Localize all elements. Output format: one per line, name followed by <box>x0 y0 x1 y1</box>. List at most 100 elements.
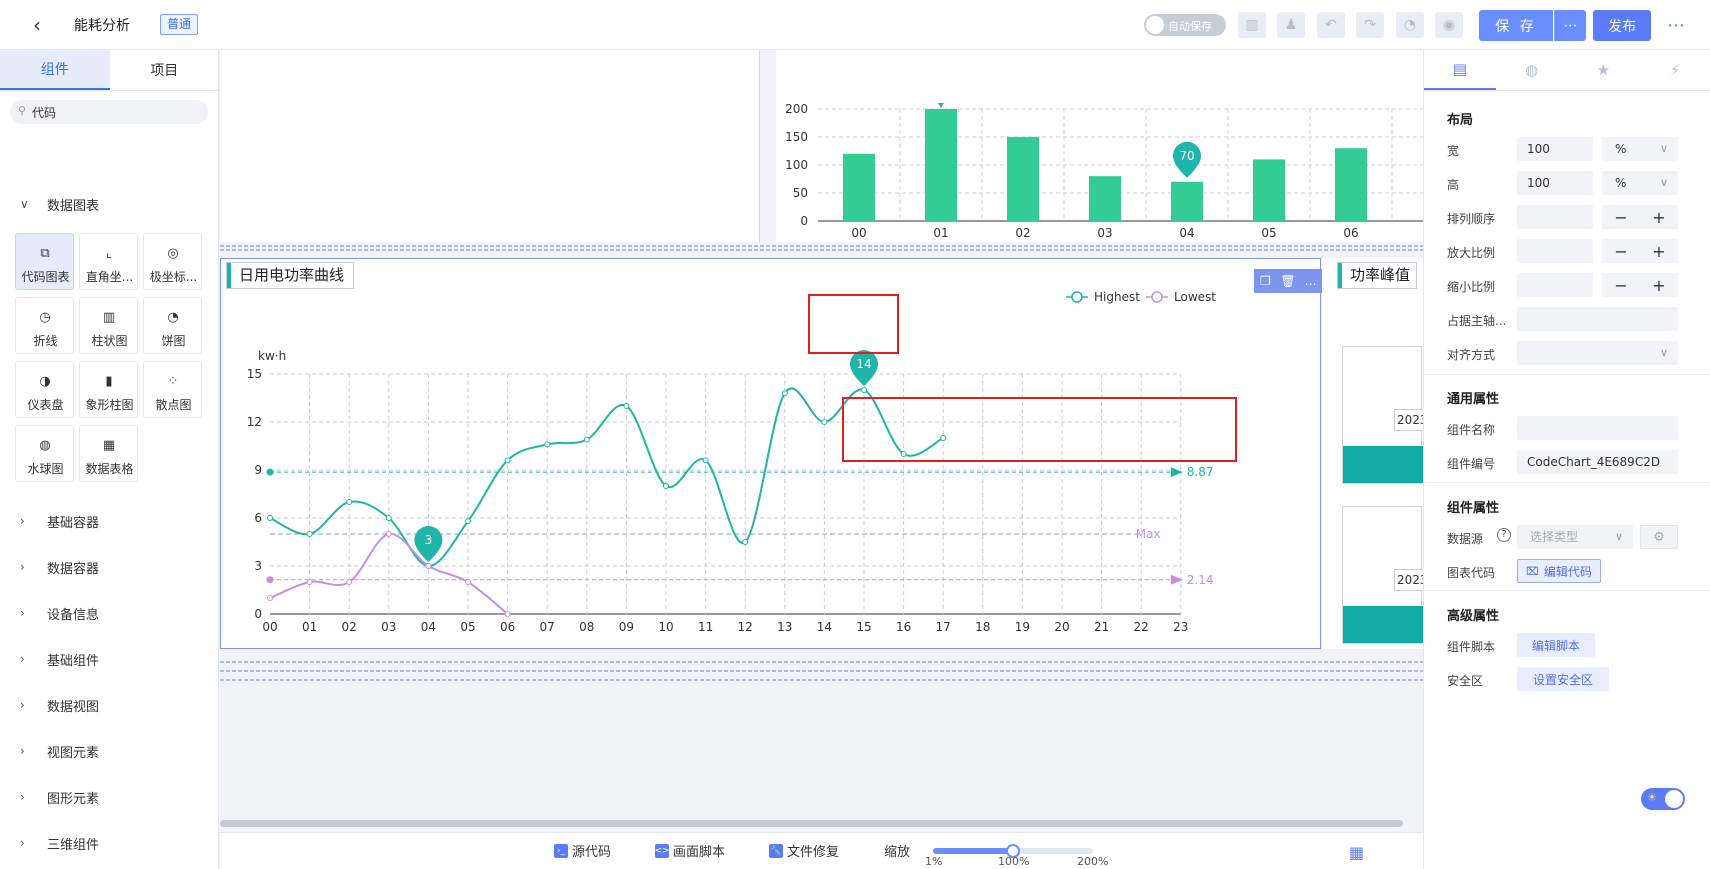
height-unit-select[interactable]: % ∨ <box>1602 171 1678 195</box>
zoom-in-input[interactable] <box>1517 239 1593 263</box>
height-input[interactable]: 100 <box>1517 171 1593 195</box>
palette-icon[interactable]: ◍ <box>1496 50 1568 90</box>
sidebar-category[interactable]: › 数据容器 <box>0 552 219 582</box>
shirt-icon[interactable]: ♟ <box>1277 12 1305 38</box>
edit-code-button[interactable]: ⌧ 编辑代码 <box>1517 559 1601 583</box>
design-canvas[interactable]: 0 50 100 150 200 00 01 02 03 04 70 05 06 0 3 6 9 12 15 kw·… <box>220 50 1423 869</box>
x-tick-label: 14 <box>817 620 832 634</box>
component-tile[interactable]: ⌞ 直角坐... <box>79 233 138 290</box>
data-point <box>346 579 353 585</box>
plus-icon[interactable]: + <box>1652 242 1665 261</box>
help-icon[interactable]: ? <box>1497 528 1511 542</box>
order-stepper[interactable]: − + <box>1602 205 1678 229</box>
component-tile[interactable]: ⧉ 代码图表 <box>15 233 74 290</box>
horizontal-scrollbar[interactable] <box>220 820 1403 827</box>
minus-icon[interactable]: − <box>1614 276 1627 295</box>
chevron-right-icon: › <box>20 790 25 804</box>
sidebar-category[interactable]: › 图形元素 <box>0 782 219 812</box>
zoom-fill <box>933 848 1013 854</box>
layout-icon[interactable]: ▤ <box>1424 50 1496 90</box>
width-input[interactable]: 100 <box>1517 137 1593 161</box>
data-point <box>663 483 669 489</box>
copy-icon[interactable]: ❐ <box>1256 274 1274 288</box>
component-tile-label: 象形柱图 <box>85 398 134 412</box>
columns-icon[interactable]: ▥ <box>1238 12 1266 38</box>
power-curve-widget[interactable]: 0 3 6 9 12 15 kw·h 00 01 02 03 04 05 06 07 08 09 10 11 12 13… <box>220 258 1321 649</box>
sidebar-category[interactable]: › 设备信息 <box>0 598 219 628</box>
more-icon[interactable]: … <box>1302 274 1320 288</box>
save-more-button[interactable]: ⋯ <box>1554 10 1586 41</box>
widget-title: 功率峰值 <box>1337 262 1417 289</box>
zoom-slider[interactable] <box>933 844 1093 858</box>
id-input[interactable]: CodeChart_4E689C2D <box>1517 450 1678 474</box>
component-tile[interactable]: ◔ 饼图 <box>143 297 202 354</box>
date-field[interactable]: 2023 <box>1394 409 1423 431</box>
undo-icon[interactable]: ↶ <box>1317 12 1345 38</box>
sidebar-category[interactable]: › 基础容器 <box>0 506 219 536</box>
markline-label: Max <box>1136 527 1161 541</box>
search-input[interactable] <box>32 103 192 121</box>
component-tile[interactable]: ▥ 柱状图 <box>79 297 138 354</box>
plus-icon[interactable]: + <box>1652 208 1665 227</box>
order-input[interactable] <box>1517 205 1593 229</box>
publish-button[interactable]: 发布 <box>1593 10 1651 41</box>
sidebar-category[interactable]: › 视图元素 <box>0 736 219 766</box>
mode-badge[interactable]: 普通 <box>160 14 199 35</box>
canvas-script-button[interactable]: <> 画面脚本 <box>654 841 725 860</box>
zoom-in-stepper[interactable]: − + <box>1602 239 1678 263</box>
marker-label: 3 <box>425 533 433 547</box>
history-icon[interactable]: ◔ <box>1396 12 1424 38</box>
button-label: 源代码 <box>572 845 612 860</box>
category-data-charts[interactable]: ∨ 数据图表 <box>0 189 219 219</box>
align-select[interactable]: ∨ <box>1517 341 1678 365</box>
chevron-right-icon: › <box>20 514 25 528</box>
empty-widget[interactable] <box>220 50 760 242</box>
sidebar-category[interactable]: › 数据视图 <box>0 690 219 720</box>
grid-icon[interactable]: ▦ <box>1349 843 1364 862</box>
sidebar-category[interactable]: › 基础组件 <box>0 644 219 674</box>
tab-projects[interactable]: 项目 <box>110 50 220 90</box>
width-unit-select[interactable]: % ∨ <box>1602 137 1678 161</box>
bar-chart-widget[interactable]: 0 50 100 150 200 00 01 02 03 04 70 05 06 <box>776 50 1423 242</box>
settings-icon[interactable]: ⚙ <box>1640 525 1678 549</box>
bolt-icon[interactable]: ⚡ <box>1639 50 1710 90</box>
autosave-toggle[interactable]: 自动保存 <box>1144 14 1226 36</box>
component-tile[interactable]: ◑ 仪表盘 <box>15 361 74 418</box>
file-repair-button[interactable]: 🔧 文件修复 <box>769 841 839 860</box>
star-icon[interactable]: ★ <box>1568 50 1640 90</box>
plus-icon[interactable]: + <box>1652 276 1665 295</box>
component-tile[interactable]: ◍ 水球图 <box>15 425 74 482</box>
component-tile[interactable]: ⁘ 散点图 <box>143 361 202 418</box>
date-field[interactable]: 2023 <box>1394 569 1423 591</box>
zoom-out-stepper[interactable]: − + <box>1602 273 1678 297</box>
more-icon[interactable]: ⋯ <box>1663 12 1689 38</box>
avg-line-arrow <box>1170 574 1183 585</box>
delete-icon[interactable]: 🗑 <box>1279 274 1297 288</box>
theme-toggle[interactable]: ☀ <box>1641 788 1685 810</box>
bar <box>1335 148 1367 221</box>
set-safe-area-button[interactable]: 设置安全区 <box>1517 667 1609 691</box>
preview-eye-icon[interactable]: ◉ <box>1435 12 1463 38</box>
x-tick-label: 02 <box>342 620 357 634</box>
zoom-out-input[interactable] <box>1517 273 1593 297</box>
peak-card[interactable]: 2023 <box>1342 346 1423 484</box>
select-placeholder: 选择类型 <box>1530 530 1579 544</box>
peak-card[interactable]: 2023 <box>1342 506 1423 644</box>
main-axis-input[interactable] <box>1517 307 1678 331</box>
datasource-select[interactable]: 选择类型 ∨ <box>1517 525 1633 549</box>
sidebar-category[interactable]: › 三维组件 <box>0 828 219 858</box>
tab-components[interactable]: 组件 <box>0 50 110 90</box>
component-tile[interactable]: ◎ 极坐标... <box>143 233 202 290</box>
save-button[interactable]: 保 存 <box>1479 10 1553 41</box>
component-tile[interactable]: ◷ 折线 <box>15 297 74 354</box>
back-button[interactable]: ‹ <box>24 12 50 38</box>
minus-icon[interactable]: − <box>1614 242 1627 261</box>
redo-icon[interactable]: ↷ <box>1356 12 1384 38</box>
x-tick-label: 01 <box>933 226 948 240</box>
minus-icon[interactable]: − <box>1614 208 1627 227</box>
component-tile[interactable]: ▮ 象形柱图 <box>79 361 138 418</box>
edit-script-button[interactable]: 编辑脚本 <box>1517 633 1595 657</box>
name-input[interactable] <box>1517 416 1678 440</box>
component-tile[interactable]: ▦ 数据表格 <box>79 425 138 482</box>
source-code-button[interactable]: ›_ 源代码 <box>554 841 611 860</box>
